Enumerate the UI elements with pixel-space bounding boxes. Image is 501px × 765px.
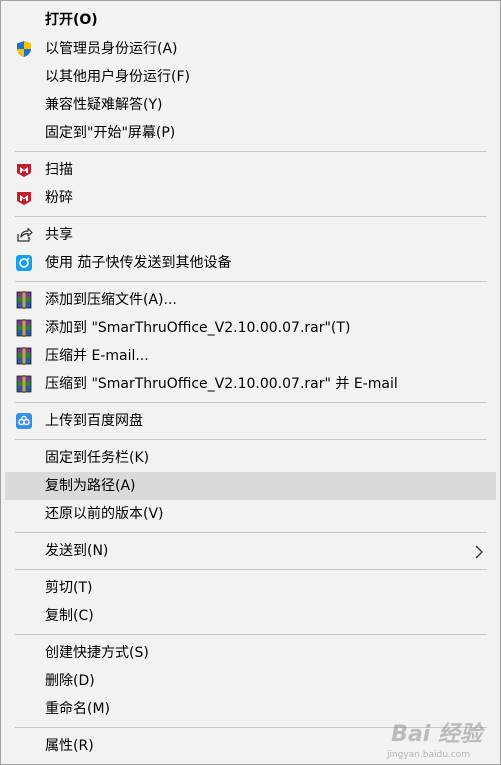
mcafee-icon	[15, 161, 33, 179]
menu-item-label: 发送到(N)	[45, 543, 109, 559]
menu-item-label: 扫描	[45, 162, 73, 178]
menu-item-label: 复制(C)	[45, 608, 94, 624]
menu-item-copy[interactable]: 复制(C)	[5, 602, 496, 630]
menu-item-label: 添加到压缩文件(A)...	[45, 292, 177, 308]
menu-item-create-shortcut[interactable]: 创建快捷方式(S)	[5, 639, 496, 667]
uac-shield-icon	[15, 40, 33, 58]
menu-item-label: 打开(O)	[45, 12, 98, 28]
menu-item-cut[interactable]: 剪切(T)	[5, 574, 496, 602]
share-icon	[15, 226, 33, 244]
menu-separator	[15, 216, 487, 217]
winrar-icon	[15, 319, 33, 337]
menu-item-label: 压缩到 "SmarThruOffice_V2.10.00.07.rar" 并 E…	[45, 376, 398, 392]
menu-item-label: 上传到百度网盘	[45, 413, 143, 429]
eggplant-share-icon	[15, 254, 33, 272]
baidu-netdisk-icon	[15, 412, 33, 430]
menu-item-upload-baidu[interactable]: 上传到百度网盘	[5, 407, 496, 435]
menu-separator	[15, 439, 487, 440]
menu-item-run-as-admin[interactable]: 以管理员身份运行(A)	[5, 35, 496, 63]
menu-item-send-to[interactable]: 发送到(N)	[5, 537, 496, 565]
menu-item-open[interactable]: 打开(O)	[5, 6, 496, 34]
winrar-icon	[15, 347, 33, 365]
menu-item-label: 兼容性疑难解答(Y)	[45, 97, 163, 113]
menu-item-compat[interactable]: 兼容性疑难解答(Y)	[5, 91, 496, 119]
menu-separator	[15, 634, 487, 635]
menu-item-label: 剪切(T)	[45, 580, 93, 596]
menu-item-label: 添加到 "SmarThruOffice_V2.10.00.07.rar"(T)	[45, 320, 351, 336]
winrar-icon	[15, 375, 33, 393]
menu-separator	[15, 151, 487, 152]
menu-item-scan[interactable]: 扫描	[5, 156, 496, 184]
menu-item-label: 使用 茄子快传发送到其他设备	[45, 255, 232, 271]
baidu-watermark: Bai 经验	[391, 722, 482, 747]
menu-item-shred[interactable]: 粉碎	[5, 184, 496, 212]
chevron-right-icon	[472, 544, 486, 559]
menu-separator	[15, 281, 487, 282]
menu-item-label: 重命名(M)	[45, 701, 111, 717]
context-menu: 打开(O) 以管理员身份运行(A) 以其他用户身份运行(F) 兼容性疑难解答(Y…	[0, 0, 501, 765]
menu-item-restore-versions[interactable]: 还原以前的版本(V)	[5, 500, 496, 528]
menu-separator	[15, 532, 487, 533]
menu-item-label: 还原以前的版本(V)	[45, 506, 164, 522]
menu-item-delete[interactable]: 删除(D)	[5, 667, 496, 695]
menu-item-compress-rar-email[interactable]: 压缩到 "SmarThruOffice_V2.10.00.07.rar" 并 E…	[5, 370, 496, 398]
menu-item-label: 创建快捷方式(S)	[45, 645, 149, 661]
menu-item-label: 以管理员身份运行(A)	[45, 41, 178, 57]
menu-item-label: 共享	[45, 227, 73, 243]
menu-item-add-rar[interactable]: 添加到 "SmarThruOffice_V2.10.00.07.rar"(T)	[5, 314, 496, 342]
menu-item-label: 删除(D)	[45, 673, 95, 689]
menu-separator	[15, 402, 487, 403]
menu-item-eggplant-send[interactable]: 使用 茄子快传发送到其他设备	[5, 249, 496, 277]
menu-item-label: 粉碎	[45, 190, 73, 206]
winrar-icon	[15, 291, 33, 309]
menu-item-label: 属性(R)	[45, 738, 94, 754]
menu-item-pin-taskbar[interactable]: 固定到任务栏(K)	[5, 444, 496, 472]
menu-item-label: 固定到任务栏(K)	[45, 450, 150, 466]
menu-item-add-archive[interactable]: 添加到压缩文件(A)...	[5, 286, 496, 314]
menu-item-compress-email[interactable]: 压缩并 E-mail...	[5, 342, 496, 370]
menu-item-share[interactable]: 共享	[5, 221, 496, 249]
menu-item-label: 复制为路径(A)	[45, 478, 136, 494]
menu-item-label: 压缩并 E-mail...	[45, 348, 149, 364]
menu-separator	[15, 569, 487, 570]
menu-item-label: 以其他用户身份运行(F)	[45, 69, 190, 85]
mcafee-icon	[15, 189, 33, 207]
baidu-watermark-url: jingyan.baidu.com	[386, 750, 470, 760]
menu-item-pin-start[interactable]: 固定到"开始"屏幕(P)	[5, 119, 496, 147]
menu-item-label: 固定到"开始"屏幕(P)	[45, 125, 176, 141]
menu-item-run-as-other[interactable]: 以其他用户身份运行(F)	[5, 63, 496, 91]
menu-item-copy-path[interactable]: 复制为路径(A)	[5, 472, 496, 500]
